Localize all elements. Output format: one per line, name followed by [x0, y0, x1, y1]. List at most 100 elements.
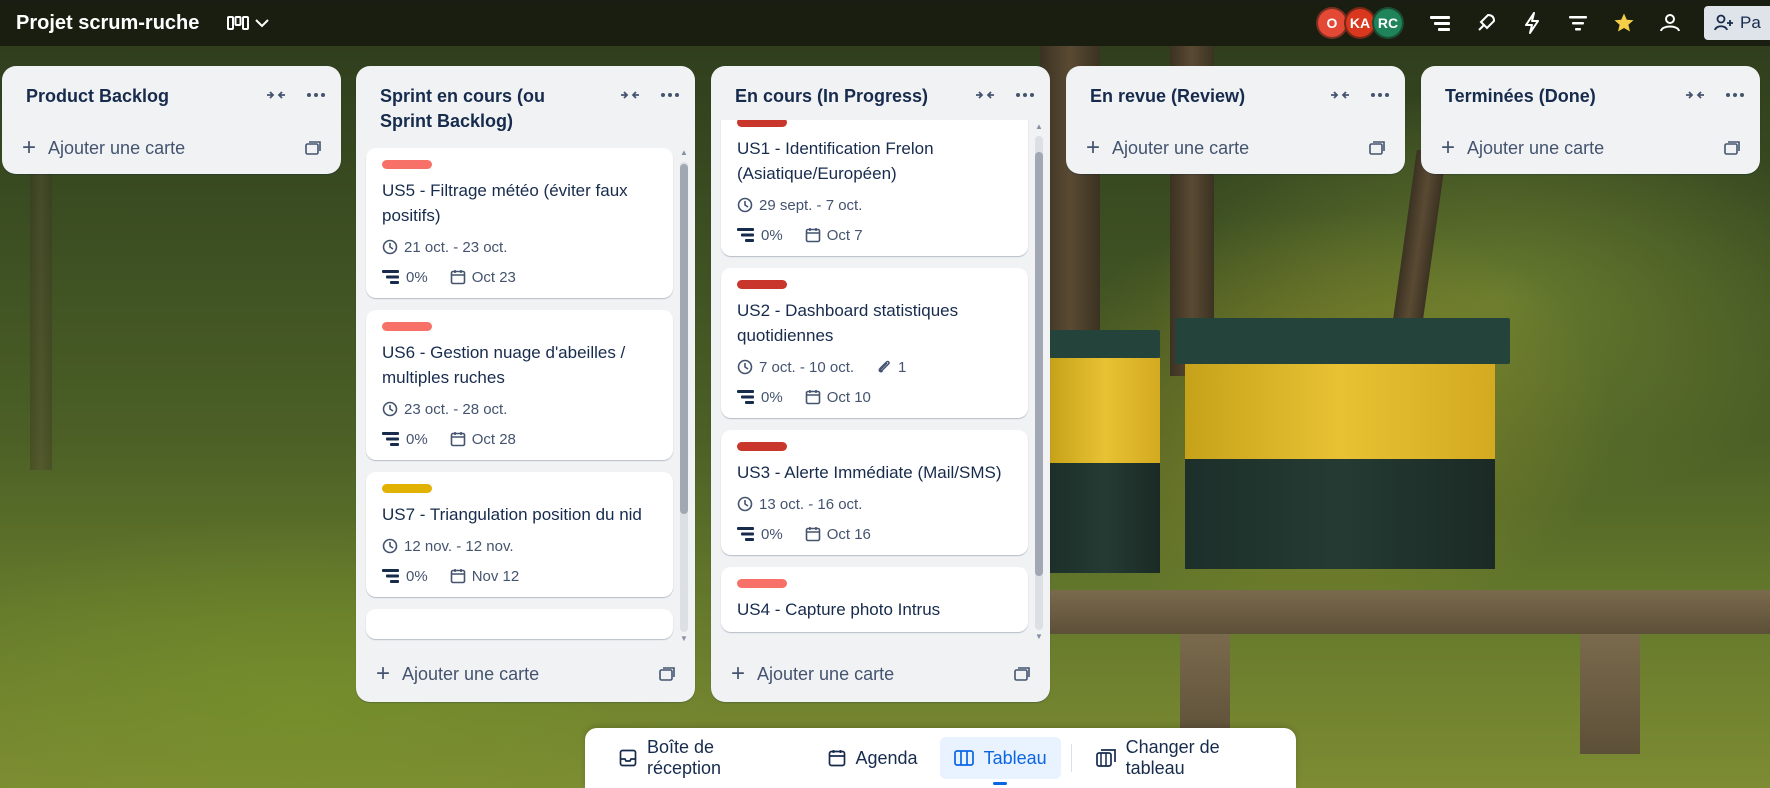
- add-card-label: Ajouter une carte: [757, 663, 895, 684]
- list-title[interactable]: En cours (In Progress): [735, 84, 955, 109]
- card-label[interactable]: [382, 160, 432, 169]
- nav-board[interactable]: Tableau: [939, 737, 1061, 785]
- card-us3[interactable]: US3 - Alerte Immédiate (Mail/SMS) 13 oct…: [721, 430, 1028, 555]
- add-card-button[interactable]: + Ajouter une carte: [1421, 120, 1760, 176]
- due-badge[interactable]: Oct 10: [805, 389, 871, 406]
- card-us2[interactable]: US2 - Dashboard statistiques quotidienne…: [721, 268, 1028, 418]
- collapse-icon[interactable]: [263, 84, 289, 106]
- dates-badge[interactable]: 12 nov. - 12 nov.: [382, 538, 514, 555]
- calendar-icon: [450, 269, 466, 285]
- dates-text: 21 oct. - 23 oct.: [404, 238, 508, 256]
- due-badge[interactable]: Oct 7: [805, 227, 863, 244]
- due-badge[interactable]: Nov 12: [450, 568, 519, 585]
- dates-badge[interactable]: 21 oct. - 23 oct.: [382, 239, 507, 256]
- card-label[interactable]: [737, 120, 787, 127]
- add-card-button[interactable]: + Ajouter une carte: [2, 120, 341, 176]
- nav-switch-board[interactable]: Changer de tableau: [1082, 737, 1296, 779]
- progress-icon: [382, 432, 400, 446]
- progress-icon: [382, 569, 400, 583]
- card-title: US2 - Dashboard statistiques quotidienne…: [737, 301, 959, 345]
- dates-text: 13 oct. - 16 oct.: [759, 495, 863, 513]
- nav-agenda[interactable]: Agenda: [814, 737, 932, 779]
- card-us6[interactable]: US6 - Gestion nuage d'abeilles / multipl…: [366, 310, 673, 460]
- add-card-button[interactable]: + Ajouter une carte: [711, 646, 1050, 702]
- list-title[interactable]: Terminées (Done): [1445, 84, 1665, 109]
- automation-icon[interactable]: [1518, 9, 1546, 37]
- avatar-rc[interactable]: RC: [1372, 7, 1404, 39]
- card-us1[interactable]: US1 - Identification Frelon (Asiatique/E…: [721, 120, 1028, 256]
- more-icon[interactable]: [1012, 84, 1038, 106]
- add-card-button[interactable]: + Ajouter une carte: [356, 646, 695, 702]
- more-icon[interactable]: [1367, 84, 1393, 106]
- collapse-icon[interactable]: [972, 84, 998, 106]
- collapse-icon[interactable]: [1682, 84, 1708, 106]
- due-text: Oct 10: [826, 388, 871, 406]
- more-icon[interactable]: [1722, 84, 1748, 106]
- progress-badge: 0%: [382, 431, 428, 448]
- add-card-label: Ajouter une carte: [402, 663, 540, 684]
- card-template-icon[interactable]: [659, 667, 675, 681]
- due-text: Oct 16: [826, 525, 871, 543]
- due-badge[interactable]: Oct 28: [450, 431, 516, 448]
- filter-icon[interactable]: [1564, 9, 1592, 37]
- dates-text: 23 oct. - 28 oct.: [404, 400, 508, 418]
- card-template-icon[interactable]: [1014, 667, 1030, 681]
- card-template-icon[interactable]: [305, 141, 321, 155]
- due-text: Oct 7: [826, 226, 863, 244]
- card-label[interactable]: [737, 579, 787, 588]
- card-list[interactable]: US5 - Filtrage météo (éviter faux positi…: [356, 148, 695, 646]
- visibility-icon[interactable]: [1656, 9, 1684, 37]
- scrollbar[interactable]: [680, 162, 688, 632]
- summary-icon[interactable]: [1426, 9, 1454, 37]
- card-title: US5 - Filtrage météo (éviter faux positi…: [382, 181, 628, 225]
- dates-badge[interactable]: 7 oct. - 10 oct.: [737, 359, 854, 376]
- card-us7[interactable]: US7 - Triangulation position du nid 12 n…: [366, 472, 673, 597]
- progress-text: 0%: [761, 525, 783, 543]
- card-template-icon[interactable]: [1369, 141, 1385, 155]
- dates-badge[interactable]: 13 oct. - 16 oct.: [737, 496, 862, 513]
- star-icon[interactable]: [1610, 9, 1638, 37]
- collapse-icon[interactable]: [617, 84, 643, 106]
- nav-inbox[interactable]: Boîte de réception: [605, 737, 806, 779]
- card-label[interactable]: [382, 484, 432, 493]
- share-button[interactable]: Pa: [1704, 6, 1770, 40]
- more-icon[interactable]: [657, 84, 683, 106]
- list-title[interactable]: Product Backlog: [26, 84, 246, 109]
- power-ups-icon[interactable]: [1472, 9, 1500, 37]
- due-badge[interactable]: Oct 16: [805, 526, 871, 543]
- card-partial[interactable]: [366, 609, 673, 639]
- card-template-icon[interactable]: [1724, 141, 1740, 155]
- card-label[interactable]: [737, 442, 787, 451]
- clock-icon: [382, 401, 398, 417]
- collapse-icon[interactable]: [1327, 84, 1353, 106]
- card-us5[interactable]: US5 - Filtrage météo (éviter faux positi…: [366, 148, 673, 298]
- scroll-thumb[interactable]: [680, 164, 688, 514]
- calendar-icon: [450, 568, 466, 584]
- more-icon[interactable]: [303, 84, 329, 106]
- progress-badge: 0%: [382, 568, 428, 585]
- plus-icon: +: [22, 134, 37, 161]
- scroll-up-arrow[interactable]: ▲: [680, 148, 688, 157]
- scroll-thumb[interactable]: [1035, 152, 1043, 576]
- add-card-button[interactable]: + Ajouter une carte: [1066, 120, 1405, 176]
- scroll-up-arrow[interactable]: ▲: [1035, 122, 1043, 131]
- board-title[interactable]: Projet scrum-ruche: [16, 12, 199, 35]
- dates-badge[interactable]: 29 sept. - 7 oct.: [737, 197, 862, 214]
- card-list[interactable]: US1 - Identification Frelon (Asiatique/E…: [711, 120, 1050, 646]
- clock-icon: [382, 239, 398, 255]
- list-title[interactable]: En revue (Review): [1090, 84, 1310, 109]
- list-title[interactable]: Sprint en cours (ou Sprint Backlog): [380, 84, 600, 134]
- scrollbar[interactable]: [1035, 136, 1043, 630]
- card-label[interactable]: [382, 322, 432, 331]
- due-badge[interactable]: Oct 23: [450, 269, 516, 286]
- share-label: Pa: [1740, 13, 1761, 32]
- dates-badge[interactable]: 23 oct. - 28 oct.: [382, 401, 507, 418]
- scroll-down-arrow[interactable]: ▼: [680, 634, 688, 643]
- board-icon: [953, 750, 974, 766]
- dates-text: 7 oct. - 10 oct.: [759, 358, 855, 376]
- card-us4[interactable]: US4 - Capture photo Intrus: [721, 567, 1028, 632]
- scroll-down-arrow[interactable]: ▼: [1035, 632, 1043, 641]
- progress-icon: [382, 270, 400, 284]
- board-view-switcher[interactable]: [227, 16, 270, 30]
- card-label[interactable]: [737, 280, 787, 289]
